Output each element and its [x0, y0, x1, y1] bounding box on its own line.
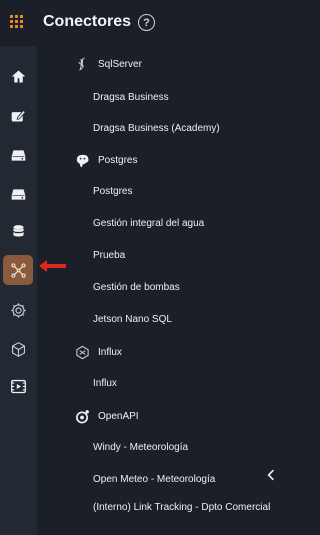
connector-item[interactable]: Gestión integral del agua	[93, 218, 283, 230]
top-bar: Conectores ?	[0, 0, 285, 46]
home-icon[interactable]	[3, 61, 33, 91]
group-label: Influx	[98, 346, 122, 358]
influx-icon	[74, 344, 90, 360]
group-postgres: Postgres	[74, 151, 137, 169]
connector-item[interactable]: (Interno) Link Tracking - Dpto Comercial	[93, 502, 283, 514]
pointer-arrow-icon	[39, 260, 66, 272]
sqlserver-icon	[74, 56, 90, 72]
group-label: SqlServer	[98, 58, 142, 70]
postgres-icon	[74, 152, 90, 168]
group-sqlserver: SqlServer	[74, 55, 142, 73]
sidebar	[0, 46, 37, 535]
app-window: Conectores ? SqlServer Dragsa Business D…	[0, 0, 285, 535]
cube-icon[interactable]	[3, 334, 33, 364]
group-label: Postgres	[98, 154, 138, 166]
group-label: OpenAPI	[98, 410, 139, 422]
media-icon[interactable]	[3, 371, 33, 401]
connector-item[interactable]: Open Meteo - Meteorología	[93, 474, 283, 486]
model-icon[interactable]	[3, 295, 33, 325]
connector-item[interactable]: Gestión de bombas	[93, 282, 283, 294]
connector-item[interactable]: Jetson Nano SQL	[93, 314, 283, 326]
connector-item[interactable]: Influx	[93, 378, 283, 390]
help-icon[interactable]: ?	[138, 14, 155, 31]
page-title: Conectores	[43, 13, 132, 30]
chevron-left-icon[interactable]	[265, 467, 277, 483]
database-icon[interactable]	[3, 216, 33, 246]
connectors-icon[interactable]	[3, 255, 33, 285]
connector-item[interactable]: Dragsa Business	[93, 92, 283, 104]
group-openapi: OpenAPI	[74, 407, 139, 425]
connector-item[interactable]: Postgres	[93, 186, 283, 198]
openapi-icon	[74, 408, 90, 424]
drive-icon[interactable]	[3, 140, 33, 170]
group-influx: Influx	[74, 343, 122, 361]
edit-board-icon[interactable]	[3, 100, 33, 130]
drive-alt-icon[interactable]	[3, 179, 33, 209]
apps-grid-icon[interactable]	[10, 15, 26, 31]
connector-item[interactable]: Dragsa Business (Academy)	[93, 123, 283, 135]
connector-item[interactable]: Prueba	[93, 250, 283, 262]
connector-item[interactable]: Windy - Meteorología	[93, 442, 283, 454]
